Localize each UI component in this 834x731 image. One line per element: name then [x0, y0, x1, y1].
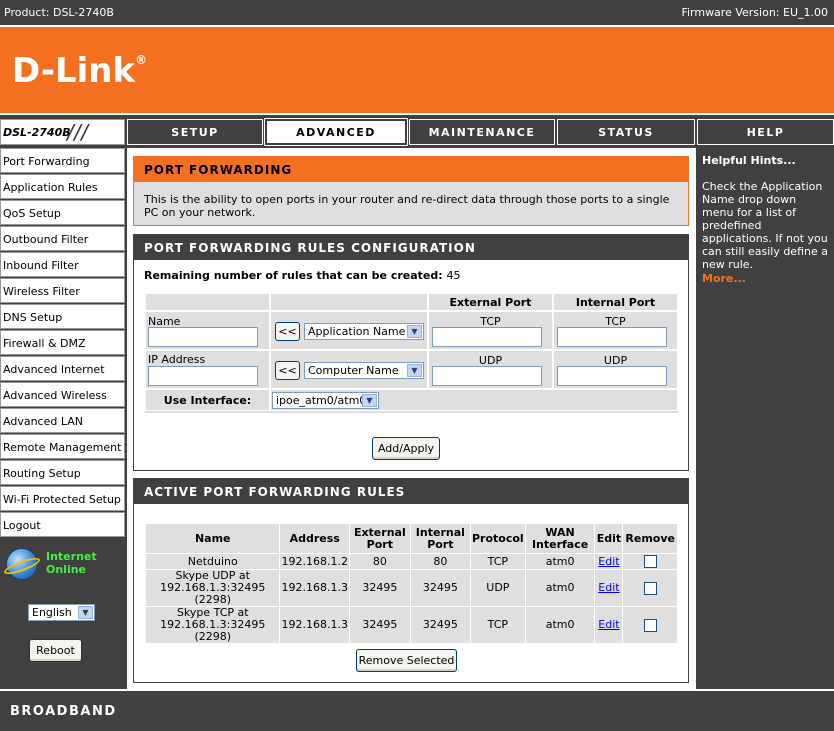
chevron-down-icon: ▼ — [78, 606, 93, 619]
use-interface-label: Use Interface: — [145, 389, 270, 411]
firmware-label: Firmware Version: EU_1.00 — [681, 6, 828, 19]
port-forwarding-intro: PORT FORWARDING This is the ability to o… — [133, 156, 689, 226]
column-remove: Remove — [622, 523, 678, 554]
footer: BROADBAND — [0, 689, 834, 731]
column-external-port: External Port — [348, 523, 411, 554]
computer-name-select[interactable]: Computer Name ▼ — [304, 362, 424, 379]
active-rules-table: Name Address External Port Internal Port… — [144, 523, 678, 644]
external-port-header: External Port — [428, 293, 553, 311]
column-name: Name — [144, 523, 281, 554]
remaining-rules: Remaining number of rules that can be cr… — [144, 269, 461, 282]
internal-port-header: Internal Port — [553, 293, 678, 311]
column-internal-port: Internal Port — [409, 523, 471, 554]
column-address: Address — [279, 523, 350, 554]
chevron-down-icon: ▼ — [362, 394, 377, 407]
edit-link[interactable]: Edit — [598, 618, 619, 631]
more-link[interactable]: More... — [702, 272, 746, 285]
sidebar-item-logout[interactable]: Logout — [0, 512, 125, 537]
main-nav: DSL-2740B / / / SETUP ADVANCED MAINTENAN… — [0, 117, 834, 147]
sidebar-item-routing-setup[interactable]: Routing Setup — [0, 460, 125, 485]
broadband-label: BROADBAND — [10, 704, 117, 719]
sidebar-item-remote-management[interactable]: Remote Management — [0, 434, 125, 459]
table-row: Skype TCP at 192.168.1.3:32495 (2298) 19… — [144, 606, 678, 644]
chevron-down-icon: ▼ — [407, 364, 422, 377]
edit-link[interactable]: Edit — [598, 555, 619, 568]
tab-help[interactable]: HELP — [697, 119, 834, 145]
sidebar-item-advanced-wireless[interactable]: Advanced Wireless — [0, 382, 125, 407]
external-tcp-port-input[interactable] — [432, 327, 542, 347]
sidebar-item-wifi-protected-setup[interactable]: Wi-Fi Protected Setup — [0, 486, 125, 511]
column-wan-interface: WAN Interface — [524, 523, 596, 554]
top-bar: Product: DSL-2740B Firmware Version: EU_… — [0, 0, 834, 25]
ip-address-label: IP Address — [148, 353, 206, 366]
globe-icon — [2, 548, 42, 580]
tab-setup[interactable]: SETUP — [127, 119, 263, 145]
sidebar-item-application-rules[interactable]: Application Rules — [0, 174, 125, 199]
table-row: Skype UDP at 192.168.1.3:32495 (2298) 19… — [144, 569, 678, 607]
column-protocol: Protocol — [469, 523, 526, 554]
internet-status-value: Online — [46, 563, 87, 576]
copy-computer-button[interactable]: << — [275, 361, 300, 380]
section-description: This is the ability to open ports in you… — [144, 193, 670, 219]
help-panel: Helpful Hints... Check the Application N… — [698, 148, 834, 689]
product-label: Product: DSL-2740B — [4, 6, 114, 19]
reboot-button[interactable]: Reboot — [29, 639, 82, 662]
main-content: PORT FORWARDING This is the ability to o… — [127, 148, 696, 689]
tab-status[interactable]: STATUS — [557, 119, 695, 145]
interface-select[interactable]: ipoe_atm0/atm0 ▼ — [272, 392, 379, 409]
sidebar-item-advanced-lan[interactable]: Advanced LAN — [0, 408, 125, 433]
table-row: Netduino 192.168.1.2 80 80 TCP atm0 Edit — [144, 553, 678, 570]
language-select[interactable]: English ▼ — [28, 604, 95, 621]
remove-selected-button[interactable]: Remove Selected — [356, 649, 457, 672]
chevron-down-icon: ▼ — [407, 325, 422, 338]
section-title: PORT FORWARDING — [134, 157, 688, 182]
column-edit: Edit — [594, 523, 624, 554]
model-name: DSL-2740B — [3, 126, 71, 139]
sidebar-item-wireless-filter[interactable]: Wireless Filter — [0, 278, 125, 303]
edit-link[interactable]: Edit — [598, 581, 619, 594]
internet-status-label: Internet — [46, 550, 97, 563]
sidebar-item-dns-setup[interactable]: DNS Setup — [0, 304, 125, 329]
name-input[interactable] — [148, 327, 258, 347]
sidebar: Port Forwarding Application Rules QoS Se… — [0, 148, 125, 689]
active-rules: ACTIVE PORT FORWARDING RULES Name Addres… — [133, 478, 689, 683]
sidebar-item-outbound-filter[interactable]: Outbound Filter — [0, 226, 125, 251]
internet-status: Internet Online — [2, 548, 116, 588]
dlink-logo: D-Link® — [12, 51, 148, 91]
sidebar-item-firewall-dmz[interactable]: Firewall & DMZ — [0, 330, 125, 355]
sidebar-item-advanced-internet[interactable]: Advanced Internet — [0, 356, 125, 381]
rules-configuration: PORT FORWARDING RULES CONFIGURATION Rema… — [133, 234, 689, 471]
ip-address-input[interactable] — [148, 366, 258, 386]
add-apply-button[interactable]: Add/Apply — [372, 437, 440, 460]
remove-checkbox[interactable] — [643, 581, 657, 595]
model-badge: DSL-2740B / / / — [0, 119, 125, 145]
remove-checkbox[interactable] — [643, 555, 657, 568]
table-header-row: Name Address External Port Internal Port… — [144, 523, 678, 554]
section-title: ACTIVE PORT FORWARDING RULES — [134, 479, 688, 504]
tab-maintenance[interactable]: MAINTENANCE — [409, 119, 555, 145]
tab-advanced[interactable]: ADVANCED — [264, 118, 408, 146]
application-name-select[interactable]: Application Name ▼ — [304, 323, 424, 340]
sidebar-item-port-forwarding[interactable]: Port Forwarding — [0, 148, 125, 173]
copy-application-button[interactable]: << — [275, 322, 300, 341]
internal-udp-port-input[interactable] — [557, 366, 667, 386]
rule-form: External Port Internal Port Name << Appl… — [145, 293, 678, 413]
internal-tcp-port-input[interactable] — [557, 327, 667, 347]
external-udp-port-input[interactable] — [432, 366, 542, 386]
help-body: Check the Application Name drop down men… — [702, 180, 828, 271]
slash-decoration-icon: / / / — [67, 120, 88, 144]
sidebar-item-inbound-filter[interactable]: Inbound Filter — [0, 252, 125, 277]
remove-checkbox[interactable] — [643, 618, 657, 632]
remaining-rules-count: 45 — [446, 269, 461, 282]
help-title: Helpful Hints... — [702, 154, 796, 167]
sidebar-item-qos-setup[interactable]: QoS Setup — [0, 200, 125, 225]
section-title: PORT FORWARDING RULES CONFIGURATION — [134, 235, 688, 260]
header-banner: D-Link® — [0, 25, 834, 115]
